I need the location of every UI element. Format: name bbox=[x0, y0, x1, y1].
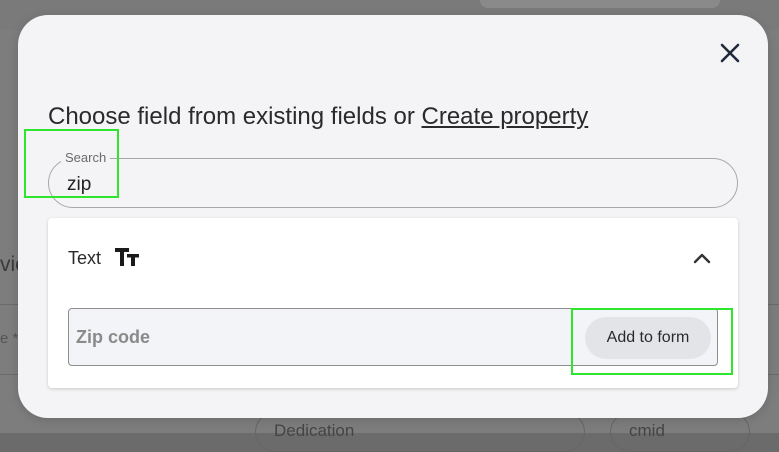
add-to-form-button[interactable]: Add to form bbox=[585, 317, 711, 359]
text-group-header[interactable]: Text bbox=[48, 218, 738, 298]
close-icon bbox=[720, 43, 740, 63]
group-label: Text bbox=[68, 248, 102, 268]
search-field[interactable]: Search bbox=[48, 150, 738, 208]
chevron-up-icon[interactable] bbox=[690, 248, 714, 268]
background-field-pill: cmid bbox=[610, 412, 750, 452]
search-input[interactable] bbox=[65, 171, 709, 199]
background-topbar bbox=[480, 0, 720, 8]
search-label: Search bbox=[61, 150, 111, 165]
text-type-icon bbox=[115, 248, 139, 266]
field-result-row: Zip code Add to form bbox=[68, 308, 718, 366]
close-button[interactable] bbox=[716, 39, 744, 67]
field-name: Zip code bbox=[76, 327, 151, 347]
choose-field-modal: Choose field from existing fields or Cre… bbox=[18, 15, 768, 418]
create-property-link[interactable]: Create property bbox=[422, 103, 589, 130]
background-field-pill: Dedication bbox=[255, 412, 585, 452]
modal-title-text: Choose field from existing fields or bbox=[48, 103, 422, 130]
results-panel: Text Zip code Add to form bbox=[48, 218, 738, 388]
background-label-fragment: e * bbox=[0, 330, 19, 347]
modal-title: Choose field from existing fields or Cre… bbox=[48, 103, 588, 131]
